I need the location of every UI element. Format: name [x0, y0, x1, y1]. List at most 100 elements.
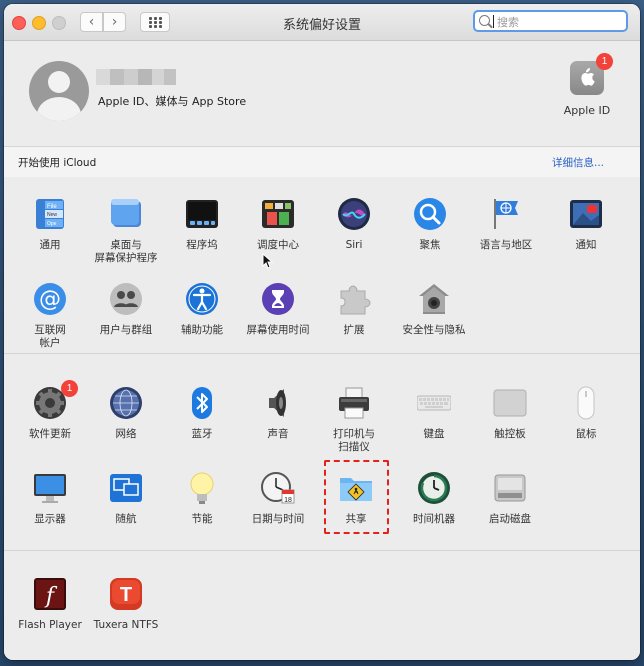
pref-label: 鼠标: [575, 428, 597, 440]
highlight-box: [324, 460, 389, 534]
pref-bluetooth[interactable]: 蓝牙: [164, 378, 240, 452]
pref-sidecar[interactable]: 随航: [88, 463, 164, 537]
pref-label: Tuxera NTFS: [93, 619, 159, 631]
svg-text:Ope: Ope: [47, 221, 57, 227]
text-caret: [493, 15, 494, 28]
title-bar: ‹ › 系统偏好设置: [4, 4, 640, 41]
general-icon: File New Ope: [36, 199, 64, 229]
pref-label: 桌面与 屏幕保护程序: [94, 239, 158, 264]
apple-id-label: Apple ID: [563, 104, 611, 117]
pref-label: 启动磁盘: [489, 513, 531, 525]
pref-general[interactable]: File New Ope 通用: [12, 189, 88, 263]
apple-id-pane[interactable]: 1: [570, 53, 613, 95]
pref-tuxera-ntfs[interactable]: T Tuxera NTFS: [88, 569, 164, 643]
pref-label: 软件更新: [29, 428, 71, 440]
third-party-prefs-section: f Flash Player T Tuxera NTFS: [4, 551, 640, 660]
mouse-icon: [577, 386, 595, 420]
pref-printers-scanners[interactable]: 打印机与 扫描仪: [316, 378, 392, 453]
search-icon: [479, 15, 490, 26]
pref-label: Flash Player: [18, 619, 82, 631]
pref-accessibility[interactable]: 辅助功能: [164, 274, 240, 348]
pref-keyboard[interactable]: 键盘: [396, 378, 472, 452]
pref-spotlight[interactable]: 聚焦: [392, 189, 468, 263]
personal-prefs-section: File New Ope 通用 桌面与 屏幕保护程序 程序坞 调度中心 Siri…: [4, 177, 640, 354]
pref-mouse[interactable]: 鼠标: [548, 378, 624, 452]
apple-logo-icon: [581, 68, 595, 86]
lightbulb-icon: [190, 472, 214, 504]
keyboard-icon: [417, 395, 451, 411]
spotlight-icon: [414, 198, 446, 230]
siri-icon: [338, 198, 370, 230]
pref-extensions[interactable]: 扩展: [316, 274, 392, 348]
notification-badge: 1: [596, 53, 613, 70]
search-input[interactable]: [495, 13, 625, 31]
time-machine-icon: [418, 472, 450, 504]
house-security-icon: [419, 284, 449, 314]
dock-icon: [186, 200, 218, 228]
pref-sound[interactable]: 声音: [240, 378, 316, 452]
pref-label: Siri: [345, 239, 363, 251]
update-badge: 1: [61, 380, 78, 397]
icloud-banner-text: 开始使用 iCloud: [18, 157, 97, 169]
pref-label: 蓝牙: [191, 428, 213, 440]
user-avatar[interactable]: [29, 61, 89, 121]
pref-screen-time[interactable]: 屏幕使用时间: [240, 274, 316, 348]
pref-label: 安全性与隐私: [402, 324, 466, 336]
pref-label: 随航: [115, 513, 137, 525]
pref-label: 时间机器: [413, 513, 455, 525]
printer-icon: [339, 387, 369, 419]
sidecar-icon: [110, 474, 142, 502]
pref-software-update[interactable]: 1 软件更新: [12, 378, 88, 452]
search-field[interactable]: [473, 10, 628, 32]
pref-time-machine[interactable]: 时间机器: [396, 463, 472, 537]
notifications-icon: [570, 200, 602, 228]
pref-label: 显示器: [34, 513, 66, 525]
puzzle-piece-icon: [340, 285, 371, 315]
mission-control-icon: [262, 200, 294, 228]
pref-notifications[interactable]: 通知: [548, 189, 624, 263]
globe-network-icon: [110, 387, 142, 419]
pref-security-privacy[interactable]: 安全性与隐私: [396, 274, 472, 348]
pref-displays[interactable]: 显示器: [12, 463, 88, 537]
pref-label: 用户与群组: [99, 324, 153, 336]
speaker-icon: [269, 389, 286, 417]
svg-text:File: File: [47, 204, 57, 210]
svg-text:New: New: [47, 212, 57, 218]
pref-date-time[interactable]: 18 日期与时间: [240, 463, 316, 537]
details-link[interactable]: 详细信息...: [552, 155, 604, 170]
accessibility-icon: [186, 283, 218, 315]
pref-label: 辅助功能: [181, 324, 223, 336]
pref-desktop-screensaver[interactable]: 桌面与 屏幕保护程序: [88, 189, 164, 264]
pref-network[interactable]: 网络: [88, 378, 164, 452]
pref-internet-accounts[interactable]: @ 互联网 帐户: [12, 274, 88, 349]
system-preferences-window: ‹ › 系统偏好设置 Apple ID、媒体与 App Store 1 Appl…: [4, 4, 640, 660]
pref-label: 打印机与 扫描仪: [333, 428, 375, 453]
pref-label: 节能: [191, 513, 213, 525]
pref-trackpad[interactable]: 触控板: [472, 378, 548, 452]
account-section: Apple ID、媒体与 App Store 1 Apple ID: [4, 41, 640, 146]
pref-startup-disk[interactable]: 启动磁盘: [472, 463, 548, 537]
desktop-screensaver-icon: [111, 199, 141, 227]
pref-label: 日期与时间: [251, 513, 305, 525]
icloud-banner: 开始使用 iCloud 详细信息...: [4, 146, 640, 178]
pref-label: 程序坞: [186, 239, 218, 251]
pref-label: 语言与地区: [479, 239, 533, 251]
hardware-prefs-section: 1 软件更新 网络 蓝牙 声音 打印机与 扫描仪 键盘 触控板 鼠标 显示器 随…: [4, 354, 640, 551]
hard-disk-icon: [494, 474, 526, 502]
pref-dock[interactable]: 程序坞: [164, 189, 240, 263]
flash-player-icon: f: [34, 578, 66, 610]
pref-flash-player[interactable]: f Flash Player: [12, 569, 88, 643]
trackpad-icon: [493, 389, 527, 417]
pref-energy-saver[interactable]: 节能: [164, 463, 240, 537]
pref-language-region[interactable]: 语言与地区: [468, 189, 544, 263]
clock-calendar-icon: 18: [261, 472, 295, 504]
pref-siri[interactable]: Siri: [316, 189, 392, 263]
mouse-cursor-icon: [262, 253, 274, 269]
pref-mission-control[interactable]: 调度中心: [240, 189, 316, 263]
svg-text:@: @: [39, 287, 61, 312]
tuxera-icon: T: [110, 578, 142, 610]
svg-text:T: T: [120, 584, 132, 606]
blurred-user-name: [96, 69, 176, 85]
pref-label: 调度中心: [257, 239, 299, 251]
pref-users-groups[interactable]: 用户与群组: [88, 274, 164, 348]
